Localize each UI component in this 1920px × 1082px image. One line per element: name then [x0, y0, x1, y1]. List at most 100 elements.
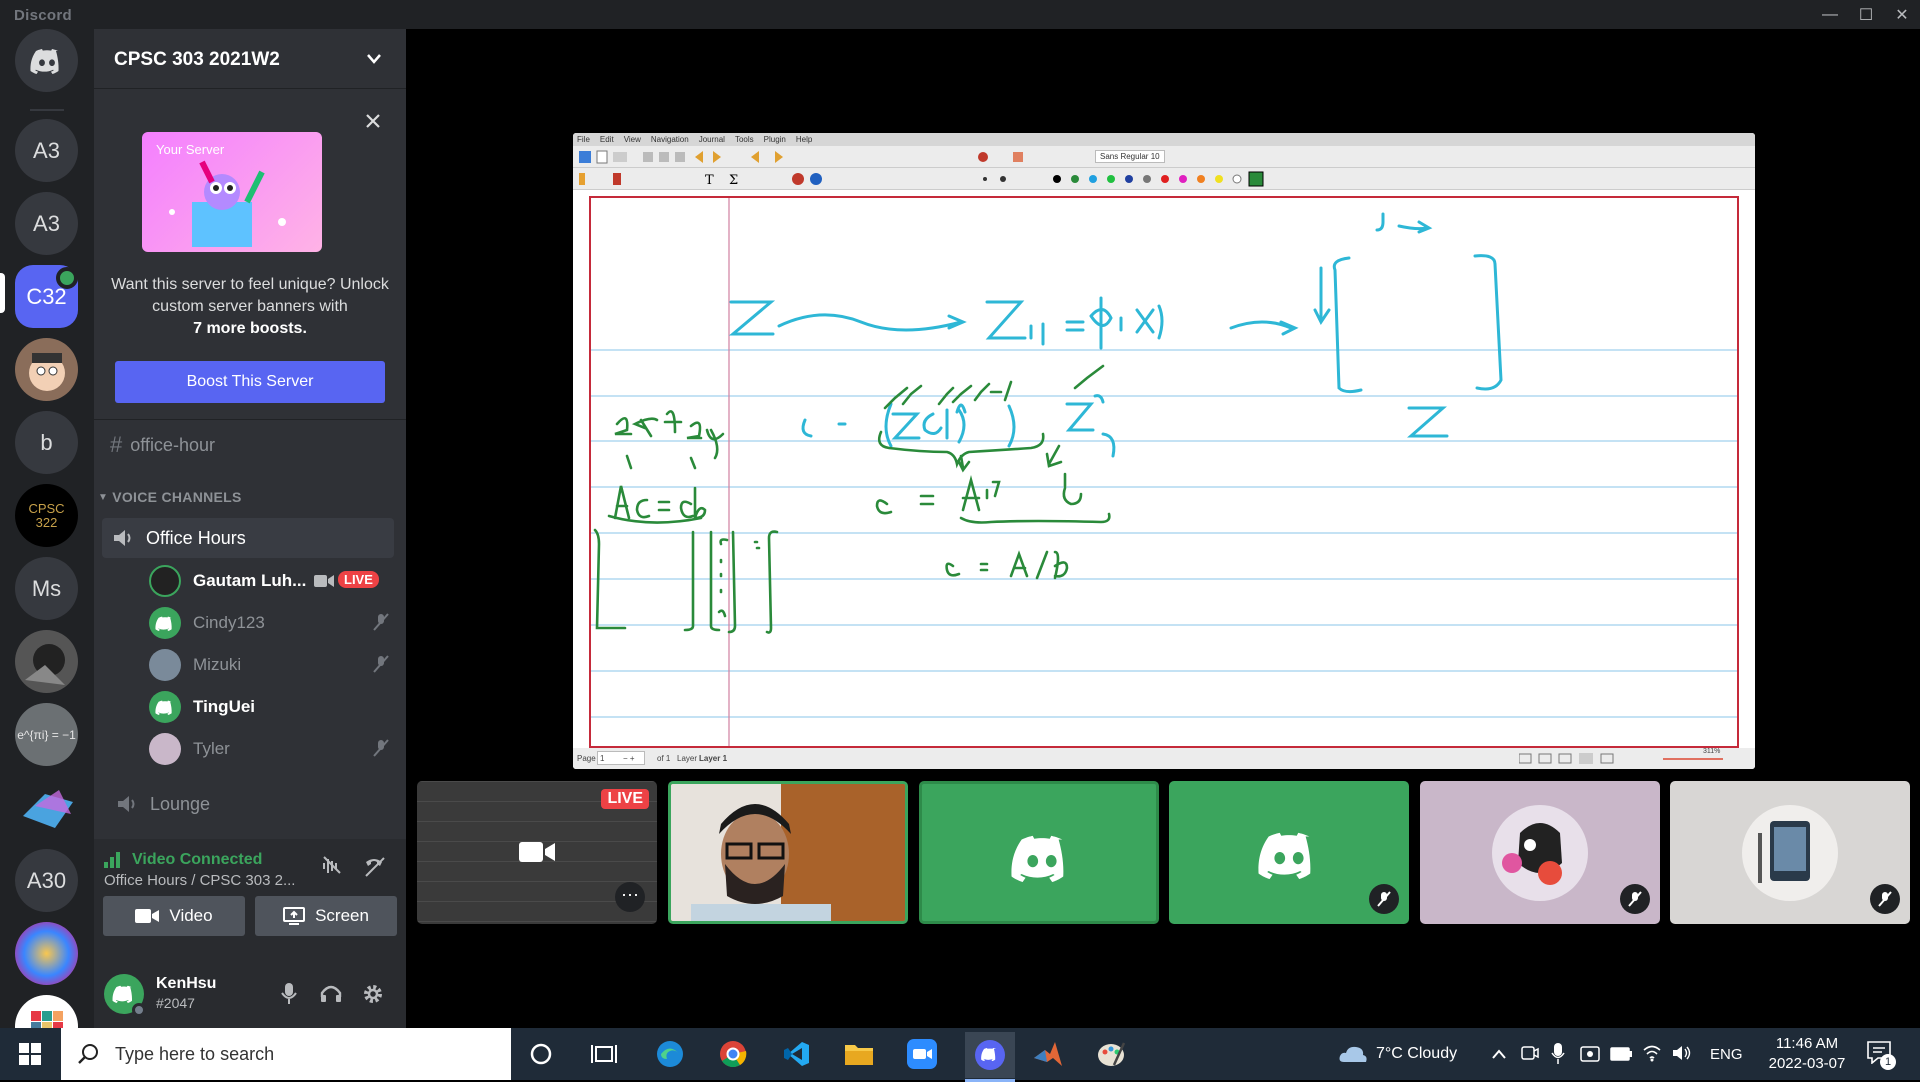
- screen-share-button[interactable]: Screen: [255, 896, 397, 936]
- server-header[interactable]: CPSC 303 2021W2: [94, 29, 406, 89]
- server-icon-shape[interactable]: [15, 776, 78, 839]
- server-icon-a30[interactable]: A30: [15, 849, 78, 912]
- voice-channel-office-hours[interactable]: Office Hours: [102, 518, 394, 558]
- server-icon-a3-2[interactable]: A3: [15, 192, 78, 255]
- wifi-icon[interactable]: [1642, 1044, 1662, 1062]
- paint-palette-icon: [1098, 1042, 1126, 1066]
- voice-user-tinguei[interactable]: TingUei: [149, 690, 394, 724]
- zoom-app[interactable]: [902, 1036, 942, 1072]
- chevron-up-icon[interactable]: [1491, 1048, 1507, 1060]
- video-tile-discord-user-2[interactable]: [1169, 781, 1409, 924]
- voice-user-gautam[interactable]: Gautam Luh... LIVE: [149, 564, 394, 598]
- voice-channels-category[interactable]: ▼ VOICE CHANNELS: [98, 489, 242, 505]
- avatar: [149, 733, 181, 765]
- menu-view[interactable]: View: [624, 135, 641, 144]
- video-button[interactable]: Video: [103, 896, 245, 936]
- discord-app[interactable]: [965, 1032, 1015, 1082]
- server-icon-avatar[interactable]: [15, 338, 78, 401]
- xournal-toolbar-2: TΣ: [573, 168, 1755, 190]
- meet-now-icon[interactable]: [1521, 1044, 1539, 1064]
- discord-logo-icon: [112, 985, 133, 1003]
- edge-app[interactable]: [650, 1036, 690, 1072]
- chevron-down-icon[interactable]: [366, 53, 382, 65]
- server-icon-euler[interactable]: e^{πi} = −1: [15, 703, 78, 766]
- minimize-button[interactable]: —: [1812, 0, 1848, 29]
- clock[interactable]: 11:46 AM 2022-03-07: [1762, 1034, 1852, 1074]
- edge-icon: [657, 1041, 683, 1067]
- zoom-slider[interactable]: [1663, 758, 1723, 760]
- disconnect-icon[interactable]: [362, 854, 386, 878]
- close-window-button[interactable]: ✕: [1884, 0, 1920, 29]
- video-tile-tyler[interactable]: [1420, 781, 1660, 924]
- webcam-person: [671, 784, 905, 921]
- time: 11:46 AM: [1775, 1035, 1839, 1052]
- menu-edit[interactable]: Edit: [600, 135, 614, 144]
- server-icon-cpsc322[interactable]: CPSC 322: [15, 484, 78, 547]
- voice-user-tyler[interactable]: Tyler: [149, 732, 394, 766]
- voice-user-cindy[interactable]: Cindy123: [149, 606, 394, 640]
- taskbar-search[interactable]: Type here to search: [61, 1028, 511, 1080]
- voice-user-mizuki[interactable]: Mizuki: [149, 648, 394, 682]
- screen-share-icon: [283, 907, 306, 925]
- abstract-shape-icon: [23, 790, 73, 828]
- paint-app[interactable]: [1091, 1036, 1131, 1072]
- video-tile-gautam[interactable]: [668, 781, 908, 924]
- server-icon-ms[interactable]: Ms: [15, 557, 78, 620]
- start-button[interactable]: [10, 1036, 50, 1072]
- home-button[interactable]: [15, 29, 78, 92]
- boost-server-button[interactable]: Boost This Server: [115, 361, 385, 403]
- menu-navigation[interactable]: Navigation: [651, 135, 689, 144]
- notification-center[interactable]: 1: [1866, 1040, 1896, 1070]
- menu-plugin[interactable]: Plugin: [764, 135, 786, 144]
- server-icon-a3[interactable]: A3: [15, 119, 78, 182]
- live-badge: LIVE: [338, 571, 379, 588]
- menu-tools[interactable]: Tools: [735, 135, 754, 144]
- page-input[interactable]: 1: [597, 751, 645, 765]
- battery-icon[interactable]: [1610, 1047, 1632, 1061]
- close-icon[interactable]: [365, 113, 381, 129]
- volume-icon[interactable]: [1672, 1044, 1692, 1062]
- channel-office-hour[interactable]: # office-hour: [110, 429, 215, 461]
- search-icon: [78, 1044, 98, 1064]
- chrome-app[interactable]: [713, 1036, 753, 1072]
- headphones-icon[interactable]: [320, 983, 342, 1003]
- page-stepper[interactable]: − +: [623, 754, 635, 763]
- menu-file[interactable]: File: [577, 135, 590, 144]
- font-selector[interactable]: Sans Regular 10: [1095, 150, 1165, 163]
- voice-connection-panel: Video Connected Office Hours / CPSC 303 …: [94, 839, 406, 969]
- cortana-button[interactable]: [521, 1036, 561, 1072]
- screen-share-xournal[interactable]: File Edit View Navigation Journal Tools …: [573, 133, 1755, 769]
- noise-suppression-icon[interactable]: [321, 855, 343, 877]
- signal-bars-icon: [104, 852, 120, 868]
- discord-avatar-icon: [149, 691, 181, 723]
- matlab-app[interactable]: [1028, 1036, 1068, 1072]
- voice-status[interactable]: Video Connected: [132, 851, 262, 869]
- zoom-level: 311%: [1703, 748, 1721, 755]
- microphone-icon[interactable]: [281, 983, 297, 1005]
- server-icon-b[interactable]: b: [15, 411, 78, 474]
- voice-channel-lounge[interactable]: Lounge: [116, 786, 210, 822]
- voice-location[interactable]: Office Hours / CPSC 303 2...: [104, 872, 295, 889]
- vscode-app[interactable]: [776, 1036, 816, 1072]
- menu-journal[interactable]: Journal: [699, 135, 725, 144]
- more-options-icon[interactable]: ⋯: [615, 882, 645, 912]
- file-explorer-app[interactable]: [839, 1036, 879, 1072]
- weather-widget[interactable]: 7°C Cloudy: [1338, 1028, 1457, 1080]
- server-icon-dark-photo[interactable]: [15, 630, 78, 693]
- gear-icon[interactable]: [362, 983, 384, 1005]
- layer-select[interactable]: Layer 1: [699, 754, 727, 763]
- menu-help[interactable]: Help: [796, 135, 812, 144]
- stream-preview-tile[interactable]: LIVE ⋯: [417, 781, 657, 924]
- task-view-button[interactable]: [584, 1036, 624, 1072]
- maximize-button[interactable]: ☐: [1848, 0, 1884, 29]
- notebook-page[interactable]: [589, 196, 1739, 748]
- view-mode-icons[interactable]: [1518, 753, 1649, 764]
- selected-server-indicator: [0, 273, 5, 313]
- video-tile-discord-user-1[interactable]: [919, 781, 1159, 924]
- server-icon-colorful[interactable]: [15, 922, 78, 985]
- server-icon-rubiks[interactable]: [15, 995, 78, 1028]
- language-indicator[interactable]: ENG: [1710, 1028, 1743, 1080]
- microphone-icon[interactable]: [1551, 1043, 1565, 1065]
- capture-icon[interactable]: [1580, 1044, 1600, 1064]
- video-tile-mizuki[interactable]: [1670, 781, 1910, 924]
